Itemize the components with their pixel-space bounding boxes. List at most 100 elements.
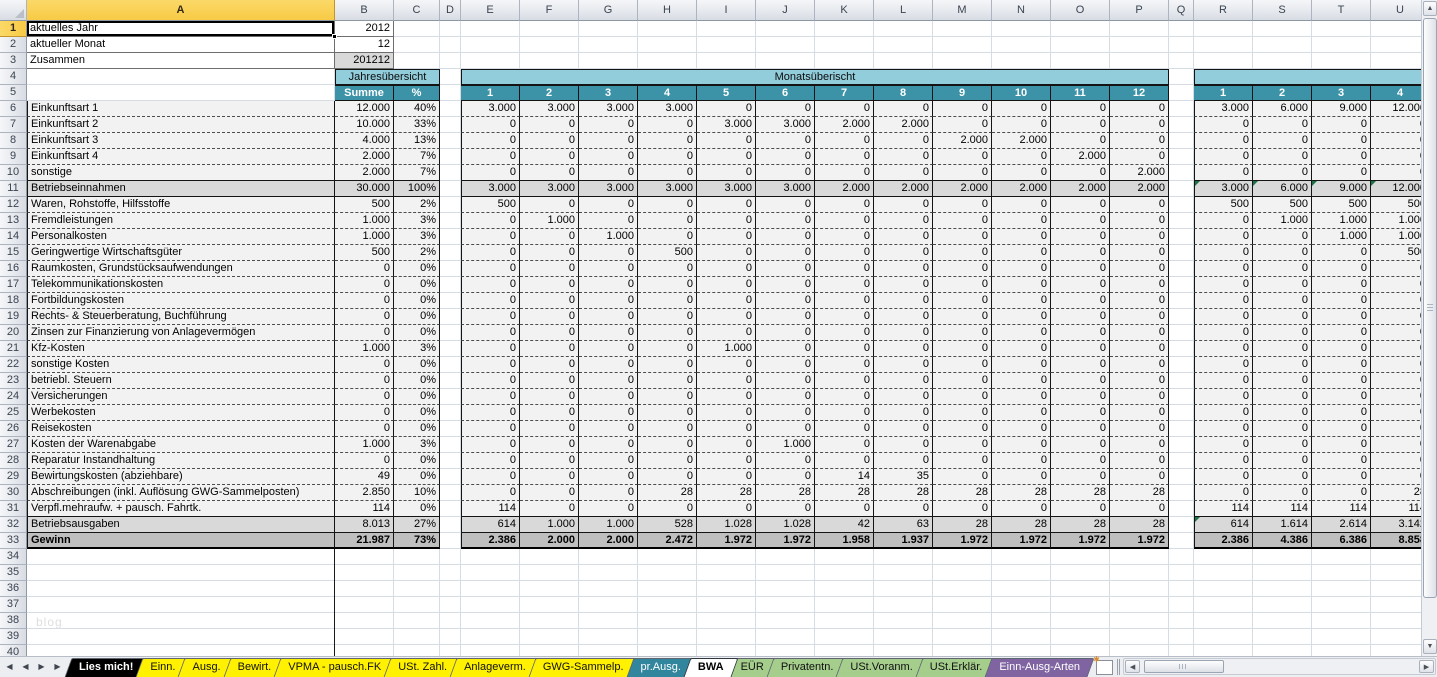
cell[interactable] bbox=[1169, 197, 1194, 213]
cell[interactable] bbox=[1194, 565, 1253, 581]
cell[interactable] bbox=[461, 565, 520, 581]
cell-A30[interactable]: Abschreibungen (inkl. Auflösung GWG-Samm… bbox=[27, 485, 335, 501]
cell-P15[interactable]: 0 bbox=[1110, 245, 1169, 261]
cell[interactable] bbox=[638, 21, 697, 37]
cell-N25[interactable]: 0 bbox=[992, 405, 1051, 421]
cell-E13[interactable]: 0 bbox=[461, 213, 520, 229]
cell-L14[interactable]: 0 bbox=[874, 229, 933, 245]
cell-A15[interactable]: Geringwertige Wirtschaftsgüter bbox=[27, 245, 335, 261]
cell[interactable] bbox=[27, 565, 335, 581]
cell-L9[interactable]: 0 bbox=[874, 149, 933, 165]
cell-J18[interactable]: 0 bbox=[756, 293, 815, 309]
cell-B19[interactable]: 0 bbox=[335, 309, 394, 325]
cell[interactable] bbox=[992, 549, 1051, 565]
cell[interactable] bbox=[1051, 53, 1110, 69]
cell[interactable] bbox=[1110, 37, 1169, 53]
sheet-tab-lies-mich-[interactable]: Lies mich! bbox=[64, 658, 148, 677]
horizontal-scroll-thumb[interactable] bbox=[1144, 660, 1225, 673]
cell-K17[interactable]: 0 bbox=[815, 277, 874, 293]
cell-C8[interactable]: 13% bbox=[394, 133, 440, 149]
cell-S19[interactable]: 0 bbox=[1253, 309, 1312, 325]
cell[interactable] bbox=[440, 229, 461, 245]
cell-N9[interactable]: 0 bbox=[992, 149, 1051, 165]
cell[interactable] bbox=[1169, 597, 1194, 613]
cell[interactable] bbox=[933, 549, 992, 565]
column-header-E[interactable]: E bbox=[461, 0, 520, 21]
cell-H17[interactable]: 0 bbox=[638, 277, 697, 293]
cell[interactable] bbox=[440, 181, 461, 197]
cell-T31[interactable]: 114 bbox=[1312, 501, 1371, 517]
cell-E14[interactable]: 0 bbox=[461, 229, 520, 245]
cell-H10[interactable]: 0 bbox=[638, 165, 697, 181]
cell[interactable] bbox=[1110, 613, 1169, 629]
cell[interactable] bbox=[1169, 85, 1194, 101]
cell-G25[interactable]: 0 bbox=[579, 405, 638, 421]
row-header-9[interactable]: 9 bbox=[0, 149, 27, 165]
cell-R16[interactable]: 0 bbox=[1194, 261, 1253, 277]
cell-G23[interactable]: 0 bbox=[579, 373, 638, 389]
cell-P12[interactable]: 0 bbox=[1110, 197, 1169, 213]
cell-G18[interactable]: 0 bbox=[579, 293, 638, 309]
cell[interactable] bbox=[1169, 165, 1194, 181]
cell-R26[interactable]: 0 bbox=[1194, 421, 1253, 437]
cell-R28[interactable]: 0 bbox=[1194, 453, 1253, 469]
cell-T33[interactable]: 6.386 bbox=[1312, 533, 1371, 549]
cell-A22[interactable]: sonstige Kosten bbox=[27, 357, 335, 373]
cell[interactable] bbox=[1371, 53, 1421, 69]
cell[interactable] bbox=[461, 613, 520, 629]
cell-L8[interactable]: 0 bbox=[874, 133, 933, 149]
cell-P13[interactable]: 0 bbox=[1110, 213, 1169, 229]
cell-P20[interactable]: 0 bbox=[1110, 325, 1169, 341]
cell-N8[interactable]: 2.000 bbox=[992, 133, 1051, 149]
cell-N17[interactable]: 0 bbox=[992, 277, 1051, 293]
cell-F8[interactable]: 0 bbox=[520, 133, 579, 149]
cell[interactable] bbox=[933, 581, 992, 597]
cell-S27[interactable]: 0 bbox=[1253, 437, 1312, 453]
cell[interactable] bbox=[697, 597, 756, 613]
cell[interactable] bbox=[992, 53, 1051, 69]
cell-H15[interactable]: 500 bbox=[638, 245, 697, 261]
cell-J13[interactable]: 0 bbox=[756, 213, 815, 229]
cell[interactable] bbox=[1169, 437, 1194, 453]
cell[interactable] bbox=[1110, 597, 1169, 613]
cell[interactable] bbox=[27, 581, 335, 597]
cell[interactable] bbox=[440, 597, 461, 613]
cell-G19[interactable]: 0 bbox=[579, 309, 638, 325]
cell[interactable] bbox=[1371, 37, 1421, 53]
cell-G6[interactable]: 3.000 bbox=[579, 101, 638, 117]
cell-J24[interactable]: 0 bbox=[756, 389, 815, 405]
cell-M25[interactable]: 0 bbox=[933, 405, 992, 421]
cell-O24[interactable]: 0 bbox=[1051, 389, 1110, 405]
cell[interactable] bbox=[874, 581, 933, 597]
cell-H26[interactable]: 0 bbox=[638, 421, 697, 437]
cell[interactable] bbox=[1194, 37, 1253, 53]
cell[interactable] bbox=[1169, 69, 1194, 85]
column-header-N[interactable]: N bbox=[992, 0, 1051, 21]
cell-S23[interactable]: 0 bbox=[1253, 373, 1312, 389]
column-header-B[interactable]: B bbox=[335, 0, 394, 21]
cell-S25[interactable]: 0 bbox=[1253, 405, 1312, 421]
cell-L31[interactable]: 0 bbox=[874, 501, 933, 517]
scroll-down-icon[interactable]: ▼ bbox=[1423, 639, 1437, 654]
cell[interactable] bbox=[440, 101, 461, 117]
cell-P28[interactable]: 0 bbox=[1110, 453, 1169, 469]
cell[interactable] bbox=[1169, 533, 1194, 549]
cell-K22[interactable]: 0 bbox=[815, 357, 874, 373]
cell-N18[interactable]: 0 bbox=[992, 293, 1051, 309]
cell-M28[interactable]: 0 bbox=[933, 453, 992, 469]
cell[interactable] bbox=[638, 53, 697, 69]
cell-I33[interactable]: 1.972 bbox=[697, 533, 756, 549]
cell-O22[interactable]: 0 bbox=[1051, 357, 1110, 373]
cell-R7[interactable]: 0 bbox=[1194, 117, 1253, 133]
row-header-20[interactable]: 20 bbox=[0, 325, 27, 341]
row-header-37[interactable]: 37 bbox=[0, 597, 27, 613]
cell[interactable] bbox=[440, 277, 461, 293]
cell[interactable] bbox=[440, 21, 461, 37]
cell-U33[interactable]: 8.858 bbox=[1371, 533, 1421, 549]
column-header-H[interactable]: H bbox=[638, 0, 697, 21]
cell-K18[interactable]: 0 bbox=[815, 293, 874, 309]
cell[interactable] bbox=[579, 597, 638, 613]
cell[interactable] bbox=[756, 581, 815, 597]
cell-P7[interactable]: 0 bbox=[1110, 117, 1169, 133]
column-header-A[interactable]: A bbox=[27, 0, 335, 21]
